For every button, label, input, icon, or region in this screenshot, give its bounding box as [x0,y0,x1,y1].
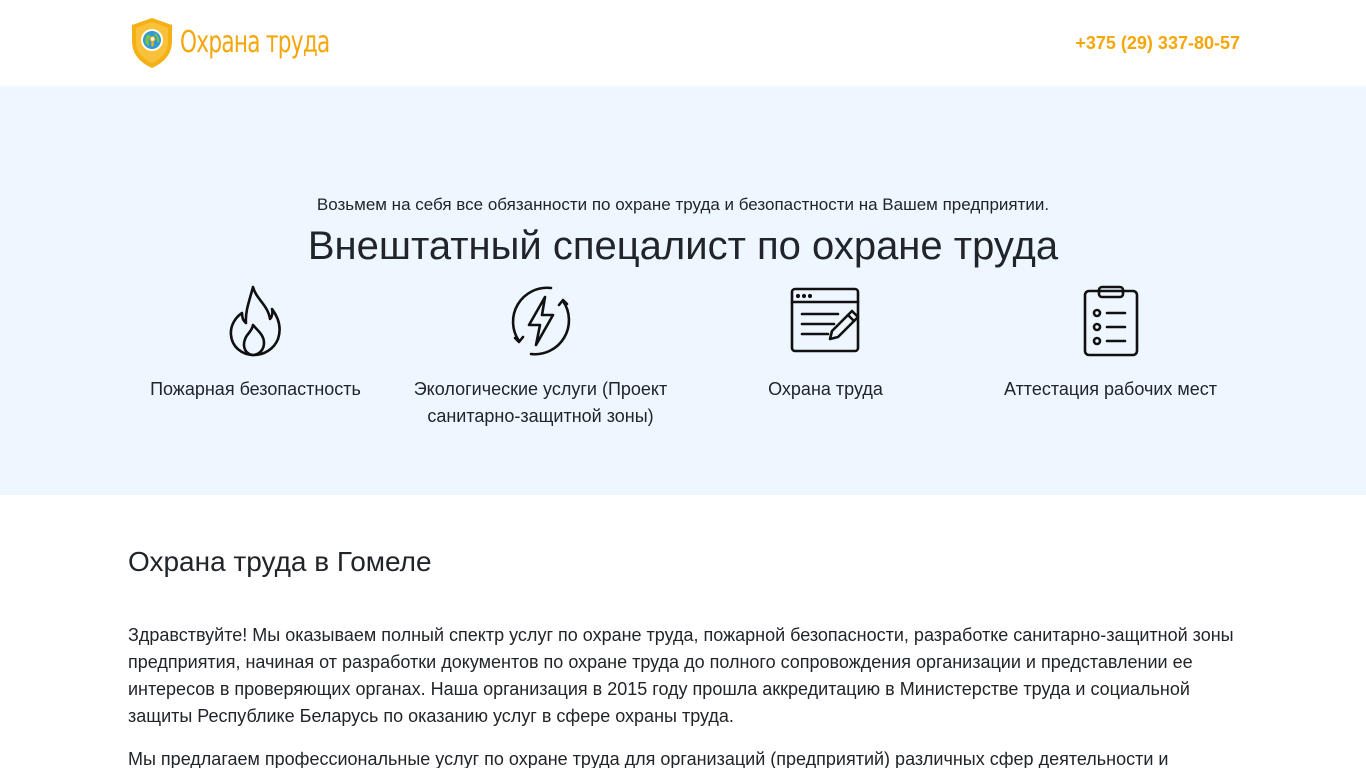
document-edit-icon [790,287,859,353]
service-label: Пожарная безопастность [150,379,361,399]
site-header: Охрана труда +375 (29) 337-80-57 [0,0,1366,86]
phone-link[interactable]: +375 (29) 337-80-57 [1075,33,1240,54]
service-workplace-certification[interactable]: Аттестация рабочих мест [968,285,1253,430]
services-list: Пожарная безопастность Экологические усл… [113,285,1253,430]
hero-section: Внештатный спецалист по охране труда Воз… [0,86,1366,495]
lightning-circle-icon [511,286,570,356]
hero-lead: Возьмем на себя все обязанности по охран… [316,195,1050,214]
service-ecology[interactable]: Экологические услуги (Проект санитарно-з… [398,285,683,430]
section-heading: Охрана труда в Гомеле [128,546,432,577]
service-label: Экологические услуги (Проект санитарно-з… [413,379,668,426]
clipboard-checklist-icon [1083,285,1138,357]
hero-title: Внештатный спецалист по охране труда [307,224,1059,268]
flame-icon [229,285,281,357]
logo-link[interactable]: Охрана труда [130,17,388,69]
shield-logo-icon [132,18,172,68]
service-labor-safety[interactable]: Охрана труда [683,285,968,430]
service-label: Аттестация рабочих мест [1003,379,1218,399]
intro-paragraph: Здравствуйте! Мы оказываем полный спектр… [128,625,1234,726]
service-label: Охрана труда [768,379,883,399]
service-fire-safety[interactable]: Пожарная безопастность [113,285,398,430]
services-paragraph: Мы предлагаем профессиональные услуг по … [128,749,1169,768]
logo-text: Охрана труда [180,25,330,60]
main-content: Охрана труда в Гомеле Здравствуйте! Мы о… [128,495,1238,768]
